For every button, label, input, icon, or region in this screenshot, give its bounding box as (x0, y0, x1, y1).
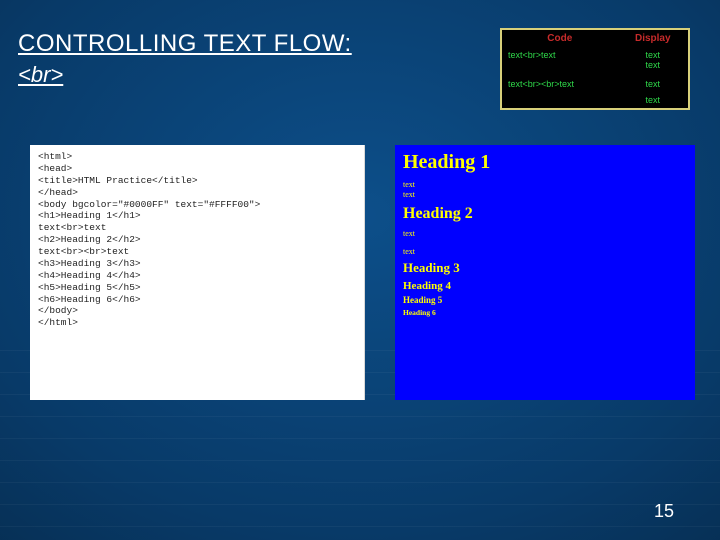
mini-r2-d1: text (624, 79, 682, 89)
slide-title: CONTROLLING TEXT FLOW: (18, 30, 352, 58)
code-display-table: Code Display text<br>text text text text… (500, 28, 690, 110)
rendered-output-panel: Heading 1 text text Heading 2 text text … (395, 145, 695, 400)
render-h6: Heading 6 (403, 308, 687, 317)
mini-r2-code: text<br><br>text (502, 73, 618, 108)
slide-subtitle: <br> (18, 62, 352, 88)
mini-head-display: Display (618, 30, 688, 47)
mini-r2-d2: text (624, 95, 682, 105)
mini-r1-display: text text (618, 47, 688, 73)
render-h2: Heading 2 (403, 205, 687, 223)
mini-r2-display: text text (618, 73, 688, 108)
source-code-panel: <html> <head> <title>HTML Practice</titl… (30, 145, 365, 400)
render-text-1b: text (403, 190, 687, 200)
slide-title-block: CONTROLLING TEXT FLOW: <br> (18, 30, 352, 88)
render-h3: Heading 3 (403, 260, 687, 276)
mini-head-code: Code (502, 30, 618, 47)
render-text-gap (403, 239, 687, 247)
mini-r1-d1: text (624, 50, 682, 60)
render-h1: Heading 1 (403, 151, 687, 174)
render-h4: Heading 4 (403, 280, 687, 292)
render-text-2b: text (403, 247, 687, 257)
render-text-1a: text (403, 180, 687, 190)
render-h5: Heading 5 (403, 295, 687, 305)
mini-r1-d2: text (624, 60, 682, 70)
render-text-2a: text (403, 229, 687, 239)
mini-r1-code: text<br>text (502, 47, 618, 73)
page-number: 15 (654, 501, 674, 522)
